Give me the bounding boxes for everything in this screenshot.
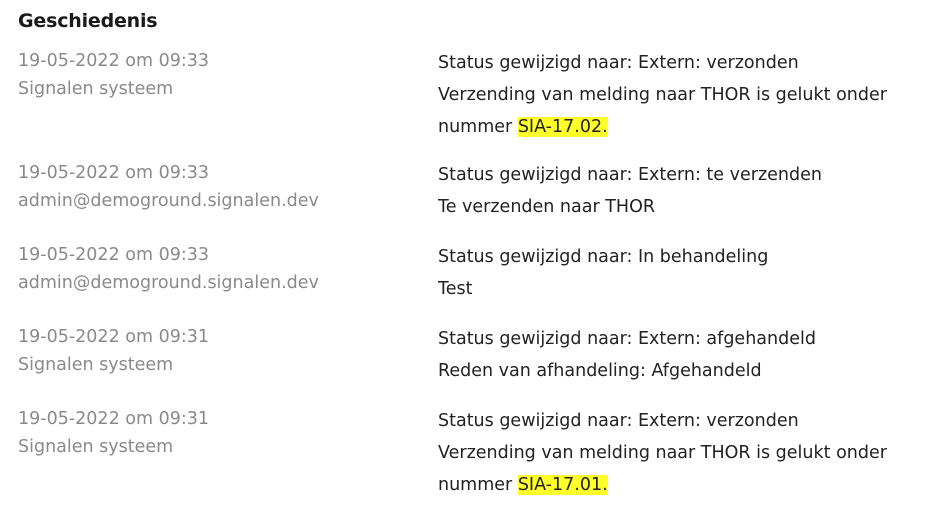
entry-detail-line-2: nummer SIA-17.01. (438, 469, 918, 501)
entry-author: Signalen systeem (18, 79, 174, 99)
entry-number-prefix: nummer (438, 117, 518, 137)
entry-status-line: Status gewijzigd naar: Extern: verzonden (438, 411, 799, 431)
entry-meta: 19-05-2022 om 09:31 Signalen systeem (18, 405, 418, 461)
entry-datetime: 19-05-2022 om 09:31 (18, 327, 210, 347)
entry-status-line: Status gewijzigd naar: Extern: te verzen… (438, 165, 822, 185)
entry-description: Status gewijzigd naar: Extern: verzonden… (438, 405, 918, 501)
entry-meta: 19-05-2022 om 09:33 Signalen systeem (18, 47, 418, 103)
entry-status-line: Status gewijzigd naar: Extern: afgehande… (438, 329, 816, 349)
entry-number-highlight: SIA-17.01. (517, 475, 608, 495)
entry-detail-line: Test (438, 279, 473, 299)
entry-author: admin@demoground.signalen.dev (18, 191, 319, 211)
entry-author: Signalen systeem (18, 355, 174, 375)
entry-number-highlight: SIA-17.02. (517, 117, 608, 137)
entry-description: Status gewijzigd naar: In behandeling Te… (438, 241, 918, 305)
entry-status-line: Status gewijzigd naar: Extern: verzonden (438, 53, 799, 73)
entry-datetime: 19-05-2022 om 09:31 (18, 409, 210, 429)
entry-author: Signalen systeem (18, 437, 174, 457)
entry-detail-line: Reden van afhandeling: Afgehandeld (438, 361, 762, 381)
entry-description: Status gewijzigd naar: Extern: te verzen… (438, 159, 918, 223)
entry-status-line: Status gewijzigd naar: In behandeling (438, 247, 769, 267)
entry-description: Status gewijzigd naar: Extern: afgehande… (438, 323, 918, 387)
history-title: Geschiedenis (18, 10, 158, 32)
entry-meta: 19-05-2022 om 09:31 Signalen systeem (18, 323, 418, 379)
entry-detail-line: Verzending van melding naar THOR is gelu… (438, 443, 887, 463)
entry-datetime: 19-05-2022 om 09:33 (18, 163, 210, 183)
entry-author: admin@demoground.signalen.dev (18, 273, 319, 293)
entry-number-prefix: nummer (438, 475, 518, 495)
entry-datetime: 19-05-2022 om 09:33 (18, 245, 210, 265)
entry-detail-line: Te verzenden naar THOR (438, 197, 656, 217)
entry-detail-line-2: nummer SIA-17.02. (438, 111, 918, 143)
entry-datetime: 19-05-2022 om 09:33 (18, 51, 210, 71)
entry-detail-line: Verzending van melding naar THOR is gelu… (438, 85, 887, 105)
entry-meta: 19-05-2022 om 09:33 admin@demoground.sig… (18, 159, 418, 215)
entry-meta: 19-05-2022 om 09:33 admin@demoground.sig… (18, 241, 418, 297)
entry-description: Status gewijzigd naar: Extern: verzonden… (438, 47, 918, 143)
